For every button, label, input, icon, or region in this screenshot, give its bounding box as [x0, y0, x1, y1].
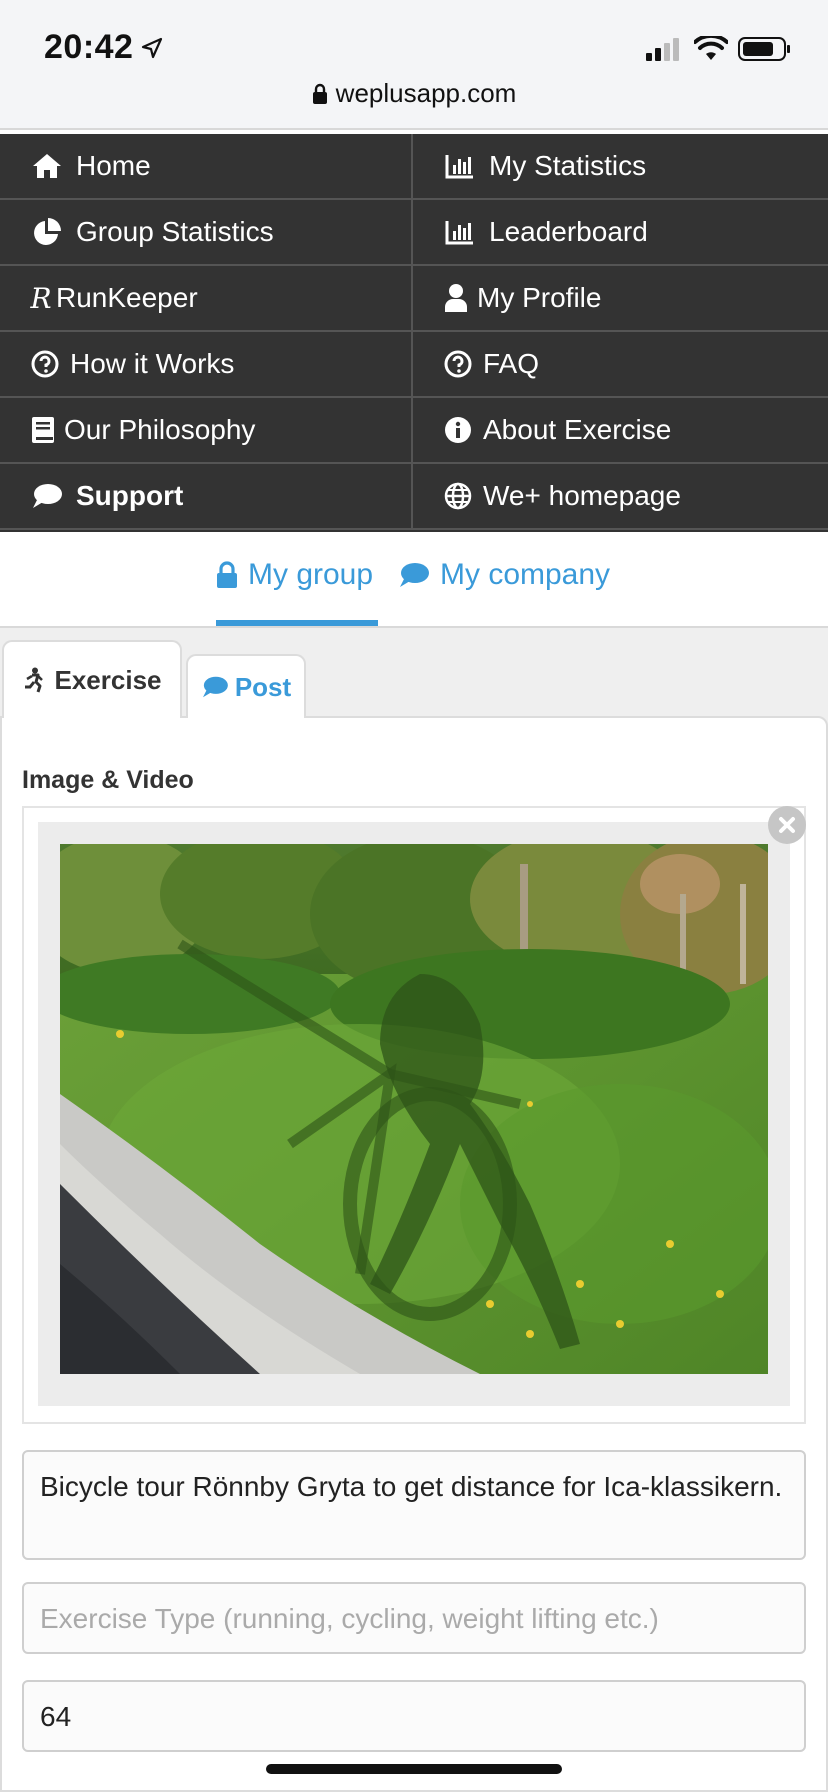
nav-leaderboard-label: Leaderboard — [489, 216, 648, 247]
nav-my-profile-label: My Profile — [477, 282, 602, 313]
tab-exercise-label: Exercise — [54, 664, 162, 695]
tab-post-label: Post — [234, 671, 292, 702]
nav-we-homepage[interactable]: We+ homepage — [413, 464, 828, 530]
home-icon — [30, 149, 64, 183]
status-time: 20:42 — [44, 28, 134, 66]
runkeeper-r-icon: R — [30, 281, 52, 315]
status-bar: 20:42 weplusapp.com — [0, 0, 828, 130]
tab-post[interactable]: Post — [186, 654, 306, 718]
tab-my-group[interactable]: My group — [216, 558, 373, 592]
comment-icon — [201, 675, 229, 699]
bar-chart-icon — [443, 149, 477, 183]
nav-how-it-works[interactable]: How it Works — [0, 332, 413, 398]
nav-we-homepage-label: We+ homepage — [483, 480, 681, 511]
home-indicator[interactable] — [266, 1764, 562, 1774]
distance-input[interactable]: 64 — [22, 1680, 806, 1752]
comment-icon — [398, 561, 430, 589]
nav-our-philosophy-label: Our Philosophy — [64, 414, 256, 445]
nav-how-it-works-label: How it Works — [70, 348, 235, 379]
nav-about-exercise[interactable]: About Exercise — [413, 398, 828, 464]
wifi-icon — [694, 36, 728, 60]
url-text: weplusapp.com — [335, 78, 517, 108]
signal-icon — [646, 38, 679, 61]
nav-home-label: Home — [76, 150, 151, 181]
tab-my-company[interactable]: My company — [398, 558, 610, 592]
user-icon — [443, 281, 469, 315]
nav-leaderboard[interactable]: Leaderboard — [413, 200, 828, 266]
question-circle-icon — [30, 347, 60, 381]
group-tabs: My group My company — [0, 532, 828, 628]
nav-my-statistics-label: My Statistics — [489, 150, 647, 181]
nav-my-statistics[interactable]: My Statistics — [413, 134, 828, 200]
lock-icon — [216, 561, 238, 589]
active-tab-indicator — [216, 620, 378, 626]
uploaded-photo — [60, 844, 768, 1374]
nav-support[interactable]: Support — [0, 464, 413, 530]
location-arrow-icon — [141, 37, 163, 59]
pie-chart-icon — [30, 215, 64, 249]
address-bar[interactable]: weplusapp.com — [0, 78, 828, 109]
nav-faq[interactable]: FAQ — [413, 332, 828, 398]
nav-about-exercise-label: About Exercise — [483, 414, 672, 445]
nav-home[interactable]: Home — [0, 134, 413, 200]
nav-our-philosophy[interactable]: Our Philosophy — [0, 398, 413, 464]
status-indicators — [644, 36, 792, 62]
question-circle-icon — [443, 347, 473, 381]
description-field[interactable]: Bicycle tour Rönnby Gryta to get distanc… — [22, 1450, 806, 1560]
nav-group-statistics[interactable]: Group Statistics — [0, 200, 413, 266]
tab-my-company-label: My company — [440, 558, 611, 591]
nav-group-statistics-label: Group Statistics — [76, 216, 274, 247]
info-circle-icon — [443, 413, 473, 447]
nav-runkeeper-label: RunKeeper — [56, 282, 198, 313]
main-nav: Home My Statistics Group Statistics Lead… — [0, 134, 828, 532]
nav-faq-label: FAQ — [483, 348, 540, 379]
nav-runkeeper[interactable]: R RunKeeper — [0, 266, 413, 332]
nav-my-profile[interactable]: My Profile — [413, 266, 828, 332]
tab-my-group-label: My group — [248, 558, 374, 591]
exercise-type-input[interactable]: Exercise Type (running, cycling, weight … — [22, 1582, 806, 1654]
comment-icon — [30, 479, 64, 513]
tab-exercise[interactable]: Exercise — [2, 640, 182, 718]
media-section-label: Image & Video — [22, 766, 194, 794]
battery-icon — [738, 37, 790, 61]
book-icon — [30, 413, 56, 447]
bar-chart-icon — [443, 215, 477, 249]
globe-icon — [443, 479, 473, 513]
running-person-icon — [23, 667, 45, 693]
nav-support-label: Support — [76, 480, 184, 511]
lock-icon — [312, 83, 327, 104]
remove-media-button[interactable] — [768, 806, 806, 844]
close-icon — [779, 817, 795, 833]
